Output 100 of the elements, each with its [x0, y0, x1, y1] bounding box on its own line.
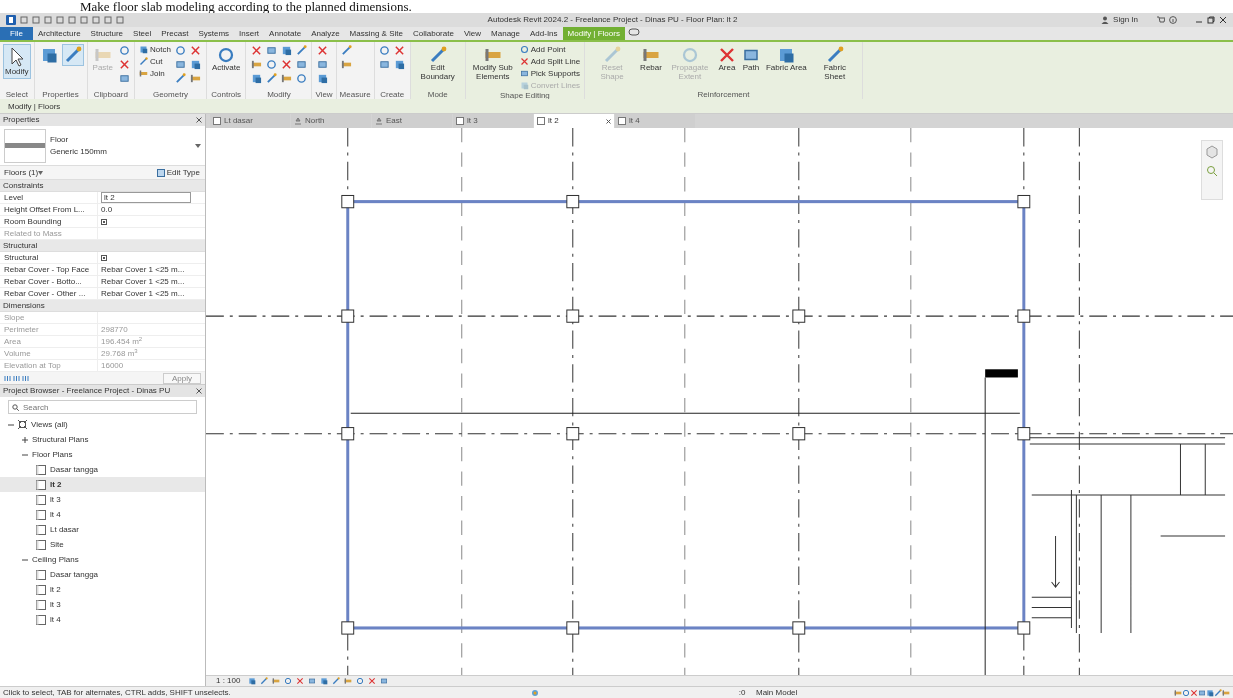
- tree-item[interactable]: lt 4: [0, 507, 205, 522]
- restore-icon[interactable]: [1207, 16, 1215, 24]
- tree-item[interactable]: Site: [0, 537, 205, 552]
- app-logo-icon[interactable]: [6, 15, 16, 25]
- ribbon-icon-button[interactable]: [249, 44, 264, 57]
- sort-icon[interactable]: [4, 374, 11, 382]
- scale-selector[interactable]: 1 : 100: [216, 675, 241, 687]
- column-marker[interactable]: [792, 621, 806, 635]
- ribbon-button[interactable]: Edit Boundary: [413, 44, 462, 83]
- tree-item[interactable]: lt 2: [0, 477, 205, 492]
- edit-type-button[interactable]: Edit Type: [155, 167, 201, 178]
- ribbon-icon-button[interactable]: [377, 44, 392, 57]
- workset-field[interactable]: :0: [738, 686, 746, 698]
- ribbon-button[interactable]: Join: [138, 68, 172, 79]
- collapse-icon[interactable]: [22, 451, 28, 458]
- tree-item[interactable]: Structural Plans: [0, 432, 205, 447]
- property-field[interactable]: lt 2: [101, 192, 191, 203]
- close-icon[interactable]: [1219, 16, 1227, 24]
- tree-item[interactable]: Lt dasar: [0, 522, 205, 537]
- close-icon[interactable]: [196, 388, 202, 394]
- column-marker[interactable]: [1017, 621, 1031, 635]
- ribbon-tab[interactable]: Architecture: [32, 27, 86, 40]
- ribbon-icon-button[interactable]: [117, 58, 132, 71]
- ribbon-tab[interactable]: Precast: [156, 27, 194, 40]
- model-selector[interactable]: Main Model: [755, 686, 798, 698]
- sort-icon[interactable]: [21, 374, 29, 382]
- ribbon-icon-button[interactable]: [315, 44, 330, 57]
- column-marker[interactable]: [341, 194, 355, 209]
- collapse-icon[interactable]: [8, 421, 14, 428]
- column-marker[interactable]: [341, 309, 355, 323]
- document-tab[interactable]: lt 4: [615, 114, 695, 128]
- ribbon-button[interactable]: Add Split Line: [518, 56, 582, 67]
- ribbon-button[interactable]: Cut: [138, 56, 172, 67]
- grid-line[interactable]: [206, 315, 1233, 317]
- ribbon-icon-button[interactable]: [173, 72, 188, 85]
- tree-item[interactable]: Ceiling Plans: [0, 552, 205, 567]
- property-group[interactable]: Dimensions: [0, 300, 205, 312]
- ribbon-tab[interactable]: Systems: [193, 27, 235, 40]
- ribbon-icon-button[interactable]: [392, 44, 407, 57]
- column-marker[interactable]: [792, 427, 806, 441]
- collapse-icon[interactable]: [22, 556, 28, 563]
- ribbon-icon-button[interactable]: [117, 44, 132, 57]
- workset-icon[interactable]: [530, 688, 539, 697]
- tree-item[interactable]: Dasar tangga: [0, 567, 205, 582]
- column-marker[interactable]: [341, 427, 355, 441]
- close-icon[interactable]: [196, 117, 202, 123]
- cart-icon[interactable]: [1156, 16, 1165, 24]
- ribbon-tab[interactable]: View: [458, 27, 487, 40]
- ribbon-tab[interactable]: Massing & Site: [344, 27, 408, 40]
- tree-item[interactable]: lt 2: [0, 582, 205, 597]
- ribbon-tab[interactable]: Annotate: [264, 27, 307, 40]
- ribbon-tab[interactable]: Insert: [234, 27, 265, 40]
- grid-line[interactable]: [206, 433, 1233, 435]
- ribbon-button[interactable]: Pick Supports: [518, 68, 582, 79]
- floor-slab[interactable]: [346, 200, 1026, 630]
- ribbon-tab[interactable]: Add-Ins: [525, 27, 563, 40]
- grid-line[interactable]: [1078, 128, 1080, 675]
- ribbon-icon-button[interactable]: [279, 72, 294, 85]
- property-group[interactable]: Structural: [0, 240, 205, 252]
- checkbox[interactable]: [101, 218, 107, 225]
- ribbon-button[interactable]: Modify: [3, 44, 31, 79]
- tree-item[interactable]: lt 4: [0, 612, 205, 627]
- ribbon-icon-button[interactable]: [188, 72, 203, 85]
- ribbon-button[interactable]: Modify Sub Elements: [468, 44, 517, 83]
- ribbon-button[interactable]: Notch: [138, 44, 172, 55]
- column-marker[interactable]: [1017, 194, 1031, 209]
- grid-line[interactable]: [798, 128, 800, 675]
- document-tab[interactable]: Lt dasar: [210, 114, 290, 128]
- help-icon[interactable]: [1168, 16, 1177, 24]
- column-marker[interactable]: [566, 427, 580, 441]
- close-icon[interactable]: [606, 118, 611, 124]
- search-field[interactable]: Search: [8, 400, 197, 414]
- document-tab[interactable]: lt 2: [534, 114, 614, 128]
- document-tab[interactable]: East: [372, 114, 452, 128]
- ribbon-icon-button[interactable]: [264, 72, 279, 85]
- column-marker[interactable]: [1017, 427, 1031, 441]
- ribbon-button[interactable]: Add Point: [518, 44, 582, 55]
- ribbon-icon-button[interactable]: [264, 44, 279, 57]
- ribbon-icon-button[interactable]: [377, 58, 392, 71]
- checkbox[interactable]: [101, 254, 107, 261]
- ribbon-icon-button[interactable]: [294, 72, 309, 85]
- ribbon-icon-button[interactable]: [173, 58, 188, 71]
- ribbon-button[interactable]: Rebar: [638, 44, 664, 75]
- column-marker[interactable]: [792, 309, 806, 323]
- apply-button[interactable]: Apply: [163, 372, 201, 384]
- view-toggle-icon[interactable]: [628, 27, 641, 37]
- document-tab[interactable]: lt 3: [453, 114, 533, 128]
- ribbon-icon-button[interactable]: [315, 58, 330, 71]
- ribbon-button[interactable]: Area: [715, 44, 738, 75]
- view-cube-icon[interactable]: [1205, 145, 1219, 159]
- dropdown-icon[interactable]: [38, 170, 44, 175]
- ribbon-tab[interactable]: Steel: [128, 27, 157, 40]
- ribbon-icon-button[interactable]: [294, 44, 309, 57]
- sort-icon[interactable]: [12, 374, 20, 382]
- zoom-icon[interactable]: [1206, 165, 1218, 177]
- ribbon-icon-button[interactable]: [117, 72, 132, 85]
- grid-line[interactable]: [572, 128, 574, 675]
- ribbon-icon-button[interactable]: [294, 58, 309, 71]
- stair-drawing[interactable]: [1029, 437, 1226, 634]
- ribbon-tab[interactable]: Structure: [85, 27, 129, 40]
